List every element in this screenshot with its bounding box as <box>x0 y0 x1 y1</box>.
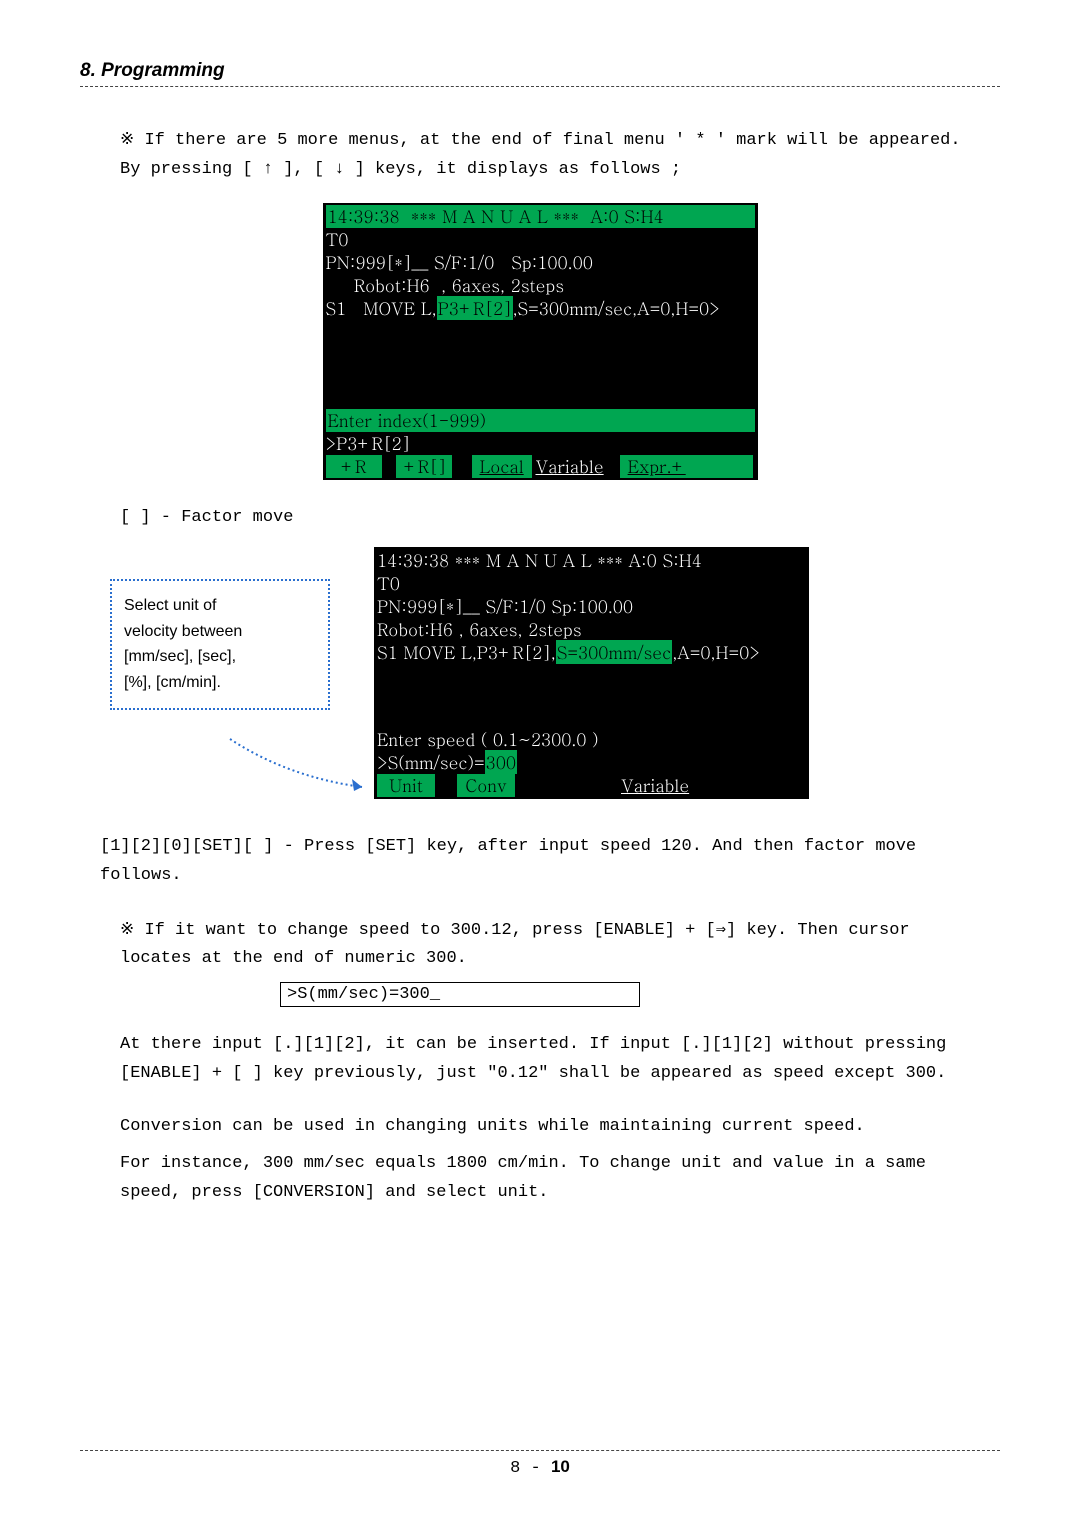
conversion-note-1: Conversion can be used in changing units… <box>120 1113 990 1142</box>
term1-prompt: Enter index(1-999) <box>326 409 755 432</box>
softkey-plus-r-bracket[interactable]: +R[] <box>396 455 454 478</box>
terminal-screen-1: 14:39:38 *** M A N U A L *** A:0 S:H4 T0… <box>323 203 758 481</box>
term2-l4b: ,A=0,H=0> <box>672 640 760 664</box>
term1-softkeys: +R +R[] Local Variable Expr.+ <box>326 455 755 478</box>
term2-l4-highlight: S=300mm/sec <box>556 640 673 664</box>
softkey-gap <box>437 774 457 797</box>
term1-l3: Robot:H6 , 6axes, 2steps <box>326 274 755 297</box>
term1-l4-highlight: P3+R[2] <box>437 296 513 320</box>
term2-statusbar: 14:39:38 *** M A N U A L *** A:0 S:H4 <box>377 548 702 572</box>
page-bold: 10 <box>551 1457 570 1476</box>
term2-l2: PN:999[*]__ S/F:1/0 Sp:100.00 <box>377 595 806 618</box>
softkey-unit[interactable]: Unit <box>377 774 437 797</box>
insert-note: At there input [.][1][2], it can be inse… <box>120 1031 990 1089</box>
term2-l3: Robot:H6 , 6axes, 2steps <box>377 618 806 641</box>
header-divider <box>80 86 1000 87</box>
footer-divider <box>80 1450 1000 1451</box>
term2-entry-a: >S(mm/sec)= <box>377 750 485 774</box>
speed-input-example: >S(mm/sec)=300_ <box>280 982 640 1007</box>
callout-l1: Select unit of <box>124 597 217 614</box>
callout-l2: velocity between <box>124 623 242 640</box>
step-instruction: [1][2][0][SET][ ] - Press [SET] key, aft… <box>100 833 990 891</box>
intro-paragraph: ※ If there are 5 more menus, at the end … <box>120 127 990 185</box>
conversion-note-2: For instance, 300 mm/sec equals 1800 cm/… <box>120 1150 990 1208</box>
softkey-local[interactable]: Local <box>472 455 534 478</box>
softkey-gap <box>454 455 472 478</box>
term1-l4b: ,S=300mm/sec,A=0,H=0> <box>513 296 720 320</box>
term2-prompt: Enter speed ( 0.1~2300.0 ) <box>377 727 599 751</box>
note-change-speed: ※ If it want to change speed to 300.12, … <box>120 917 990 975</box>
softkey-expr[interactable]: Expr.+ <box>620 455 755 478</box>
page-prefix: 8 - <box>510 1459 551 1478</box>
term2-l1: T0 <box>377 572 806 595</box>
intro-line2: By pressing [ ↑ ], [ ↓ ] keys, it displa… <box>120 160 681 179</box>
softkey-conv[interactable]: Conv <box>457 774 517 797</box>
softkey-gap <box>517 774 617 797</box>
term2-entry: >S(mm/sec)=300 <box>377 751 806 774</box>
arrow-connector <box>228 737 374 797</box>
page-footer: 8 - 10 <box>80 1450 1000 1478</box>
terminal-screen-2: 14:39:38 *** M A N U A L *** A:0 S:H4 T0… <box>374 547 809 799</box>
softkey-variable[interactable]: Variable <box>534 455 606 478</box>
softkey-variable[interactable]: Variable <box>617 774 693 797</box>
diagram-row: Select unit of velocity between [mm/sec]… <box>110 547 1000 799</box>
term1-blank <box>326 319 755 409</box>
term1-l2: PN:999[*]__ S/F:1/0 Sp:100.00 <box>326 251 755 274</box>
chapter-header: 8. Programming <box>80 60 1000 82</box>
term1-statusbar: 14:39:38 *** M A N U A L *** A:0 S:H4 <box>326 205 755 228</box>
intro-line1: ※ If there are 5 more menus, at the end … <box>120 131 961 150</box>
page-number: 8 - 10 <box>510 1459 570 1478</box>
softkey-gap <box>606 455 620 478</box>
term1-l1: T0 <box>326 228 755 251</box>
softkey-gap <box>693 774 806 797</box>
callout-box: Select unit of velocity between [mm/sec]… <box>110 579 330 709</box>
softkey-gap <box>384 455 396 478</box>
term2-entry-hl: 300 <box>485 750 517 774</box>
factor-move-heading: [ ] - Factor move <box>120 508 1000 527</box>
term2-l4: S1 MOVE L,P3+R[2],S=300mm/sec,A=0,H=0> <box>377 641 806 664</box>
softkey-plus-r[interactable]: +R <box>326 455 384 478</box>
term1-l4: S1 MOVE L,P3+R[2],S=300mm/sec,A=0,H=0> <box>326 297 755 320</box>
term1-l4a: S1 MOVE L, <box>326 296 437 320</box>
term2-blank <box>377 664 806 728</box>
term2-softkeys: Unit Conv Variable <box>377 774 806 797</box>
term2-l4a: S1 MOVE L,P3+R[2], <box>377 640 556 664</box>
term1-entry: >P3+R[2] <box>326 432 755 455</box>
callout-l4: [%], [cm/min]. <box>124 674 221 691</box>
callout-l3: [mm/sec], [sec], <box>124 648 236 665</box>
